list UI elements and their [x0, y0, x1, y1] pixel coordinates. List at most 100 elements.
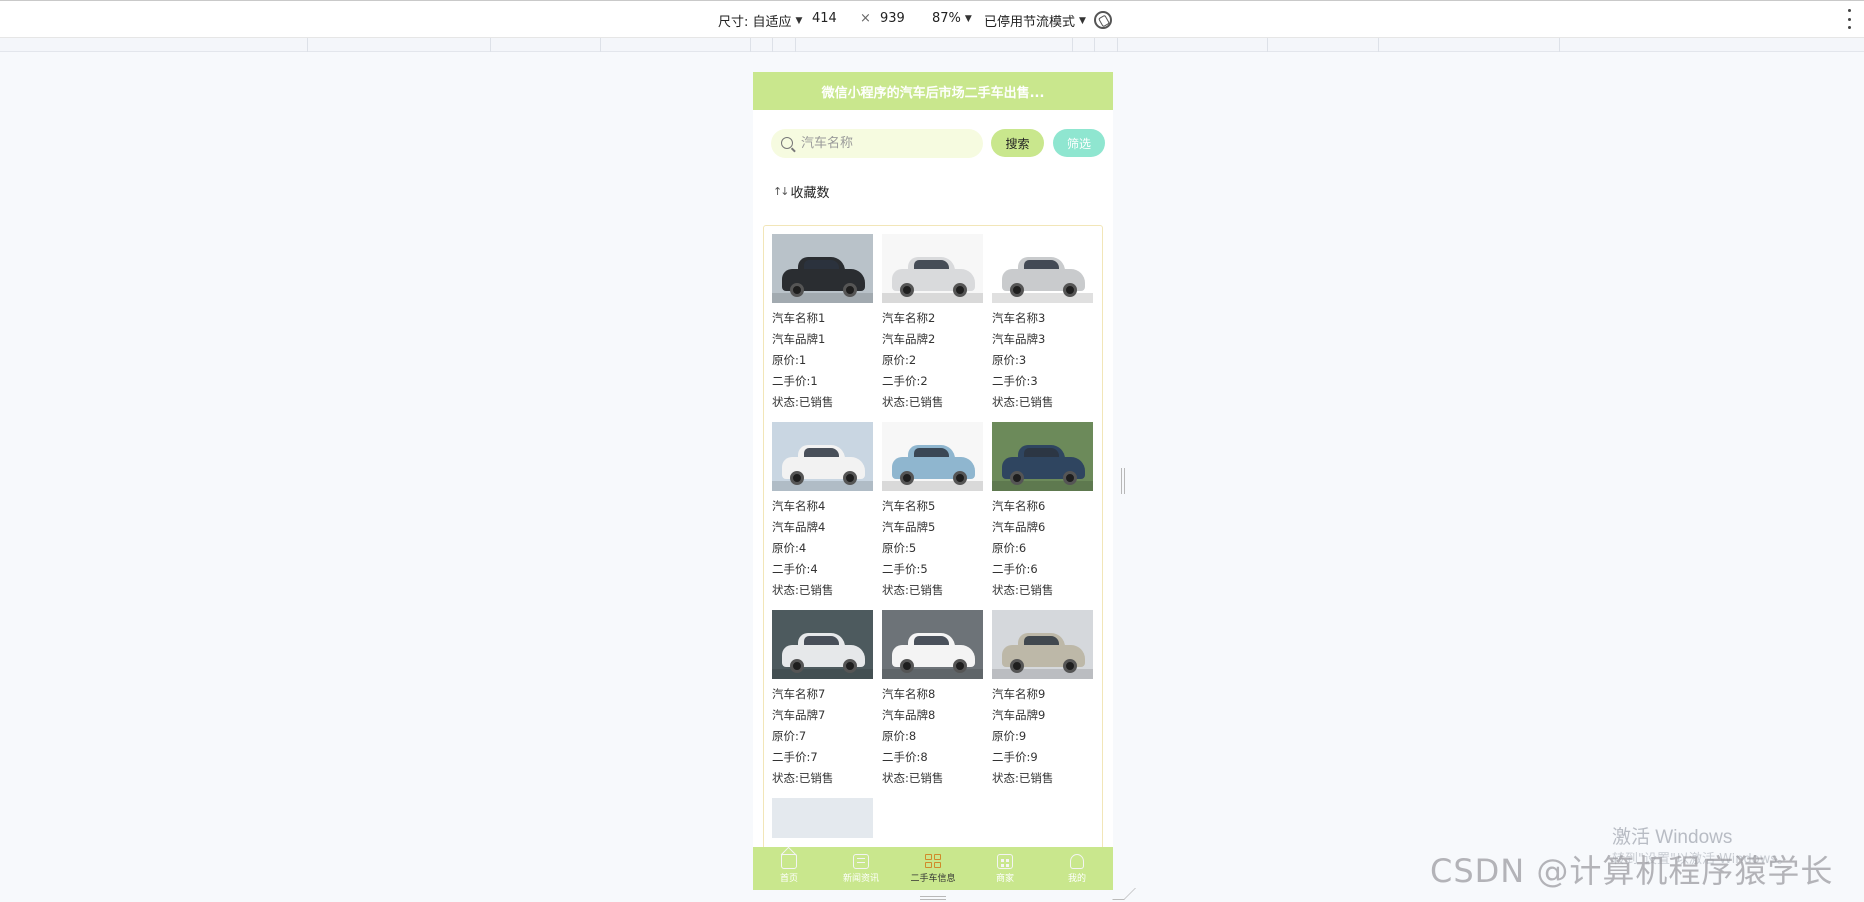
car-name: 汽车名称5	[882, 499, 936, 513]
grid-icon	[925, 853, 941, 869]
app-header: 微信小程序的汽车后市场二手车出售...	[753, 72, 1113, 110]
car-brand: 汽车品牌4	[772, 520, 826, 534]
car-original-price: 原价:3	[992, 353, 1027, 367]
windows-activation-watermark: 激活 Windows	[1612, 827, 1733, 848]
car-name: 汽车名称6	[992, 499, 1046, 513]
car-used-price: 二手价:3	[992, 374, 1038, 388]
tab-label: 首页	[779, 873, 798, 884]
car-photo[interactable]	[882, 610, 983, 679]
chevron-down-icon: ▼	[795, 15, 803, 26]
car-brand: 汽车品牌5	[882, 520, 936, 534]
tab-user[interactable]: 我的	[1041, 847, 1113, 890]
car-status: 状态:已销售	[882, 583, 944, 597]
sort-by-favorites[interactable]: ↑↓ 收藏数	[773, 182, 829, 201]
height-input[interactable]: 939	[880, 11, 905, 26]
car-status: 状态:已销售	[992, 583, 1054, 597]
news-icon	[853, 853, 869, 869]
car-original-price: 原价:5	[882, 541, 917, 555]
car-brand: 汽车品牌3	[992, 332, 1046, 346]
car-brand: 汽车品牌9	[992, 708, 1046, 722]
throttle-dropdown[interactable]: 已停用节流模式 ▼	[984, 11, 1086, 30]
phone-viewport: 微信小程序的汽车后市场二手车出售... 搜索 筛选 ↑↓ 收藏数 汽车名称1 汽车…	[753, 72, 1113, 890]
car-photo[interactable]	[992, 234, 1093, 303]
car-card[interactable]: 汽车名称8 汽车品牌8 原价:8 二手价:8 状态:已销售	[882, 610, 983, 789]
car-photo[interactable]	[772, 798, 873, 838]
car-card[interactable]: 汽车名称6 汽车品牌6 原价:6 二手价:6 状态:已销售	[992, 422, 1093, 601]
car-brand: 汽车品牌7	[772, 708, 826, 722]
car-card[interactable]: 汽车名称9 汽车品牌9 原价:9 二手价:9 状态:已销售	[992, 610, 1093, 789]
zoom-dropdown[interactable]: 87% ▼	[932, 11, 972, 26]
resize-handle-corner[interactable]	[1112, 888, 1136, 900]
car-photo[interactable]	[772, 234, 873, 303]
car-photo[interactable]	[882, 234, 983, 303]
resize-handle-right[interactable]	[1121, 468, 1125, 494]
car-photo[interactable]	[882, 422, 983, 491]
rotate-icon[interactable]	[1094, 11, 1112, 29]
throttle-value: 已停用节流模式	[984, 15, 1076, 30]
car-brand: 汽车品牌8	[882, 708, 936, 722]
filter-button[interactable]: 筛选	[1053, 129, 1105, 157]
resize-handle-bottom[interactable]	[920, 896, 946, 900]
car-used-price: 二手价:4	[772, 562, 818, 576]
search-box	[771, 128, 983, 158]
csdn-watermark: CSDN @计算机程序猿学长	[1430, 852, 1834, 890]
car-name: 汽车名称1	[772, 311, 826, 325]
car-used-price: 二手价:5	[882, 562, 928, 576]
tab-label: 我的	[1067, 873, 1086, 884]
car-used-price: 二手价:7	[772, 750, 818, 764]
tab-grid[interactable]: 二手车信息	[897, 847, 969, 890]
shop-icon	[997, 853, 1013, 869]
more-options-icon[interactable]	[1846, 9, 1852, 29]
car-card[interactable]: 汽车名称1 汽车品牌1 原价:1 二手价:1 状态:已销售	[772, 234, 873, 413]
chevron-down-icon: ▼	[964, 13, 972, 24]
page-title: 微信小程序的汽车后市场二手车出售...	[821, 85, 1045, 101]
tab-label: 二手车信息	[910, 873, 956, 884]
car-original-price: 原价:1	[772, 353, 807, 367]
car-card[interactable]	[772, 798, 873, 838]
car-photo[interactable]	[772, 610, 873, 679]
tab-news[interactable]: 新闻资讯	[825, 847, 897, 890]
car-name: 汽车名称7	[772, 687, 826, 701]
car-card[interactable]: 汽车名称2 汽车品牌2 原价:2 二手价:2 状态:已销售	[882, 234, 983, 413]
car-card[interactable]: 汽车名称7 汽车品牌7 原价:7 二手价:7 状态:已销售	[772, 610, 873, 789]
search-button[interactable]: 搜索	[991, 129, 1044, 157]
search-bar: 搜索 筛选	[771, 128, 1105, 158]
car-photo[interactable]	[992, 610, 1093, 679]
car-used-price: 二手价:6	[992, 562, 1038, 576]
tab-shop[interactable]: 商家	[969, 847, 1041, 890]
devtools-toolbar: 尺寸: 自适应 ▼ 414 × 939 87% ▼ 已停用节流模式 ▼	[0, 0, 1864, 38]
tab-label: 商家	[995, 873, 1014, 884]
car-used-price: 二手价:9	[992, 750, 1038, 764]
tab-home[interactable]: 首页	[753, 847, 825, 890]
car-original-price: 原价:9	[992, 729, 1027, 743]
width-value: 414	[812, 11, 837, 26]
car-brand: 汽车品牌6	[992, 520, 1046, 534]
car-name: 汽车名称3	[992, 311, 1046, 325]
car-card[interactable]: 汽车名称4 汽车品牌4 原价:4 二手价:4 状态:已销售	[772, 422, 873, 601]
car-original-price: 原价:6	[992, 541, 1027, 555]
car-card[interactable]: 汽车名称5 汽车品牌5 原价:5 二手价:5 状态:已销售	[882, 422, 983, 601]
car-status: 状态:已销售	[882, 395, 944, 409]
car-photo[interactable]	[772, 422, 873, 491]
search-input[interactable]	[801, 135, 971, 151]
device-size-dropdown[interactable]: 尺寸: 自适应 ▼	[718, 11, 802, 30]
width-input[interactable]: 414	[812, 11, 837, 26]
car-brand: 汽车品牌1	[772, 332, 826, 346]
car-used-price: 二手价:2	[882, 374, 928, 388]
car-name: 汽车名称2	[882, 311, 936, 325]
tab-label: 新闻资讯	[842, 873, 879, 884]
chevron-down-icon: ▼	[1079, 15, 1086, 26]
car-grid: 汽车名称1 汽车品牌1 原价:1 二手价:1 状态:已销售 汽车名称2 汽车品牌2 原价:2 二…	[772, 234, 1093, 838]
height-value: 939	[880, 11, 905, 26]
user-icon	[1070, 853, 1084, 869]
car-used-price: 二手价:8	[882, 750, 928, 764]
car-status: 状态:已销售	[772, 395, 834, 409]
car-card[interactable]: 汽车名称3 汽车品牌3 原价:3 二手价:3 状态:已销售	[992, 234, 1093, 413]
car-photo[interactable]	[992, 422, 1093, 491]
home-icon	[781, 853, 797, 869]
car-name: 汽车名称4	[772, 499, 826, 513]
zoom-value: 87%	[932, 11, 961, 26]
car-name: 汽车名称9	[992, 687, 1046, 701]
sort-label: 收藏数	[790, 186, 830, 201]
car-status: 状态:已销售	[772, 771, 834, 785]
